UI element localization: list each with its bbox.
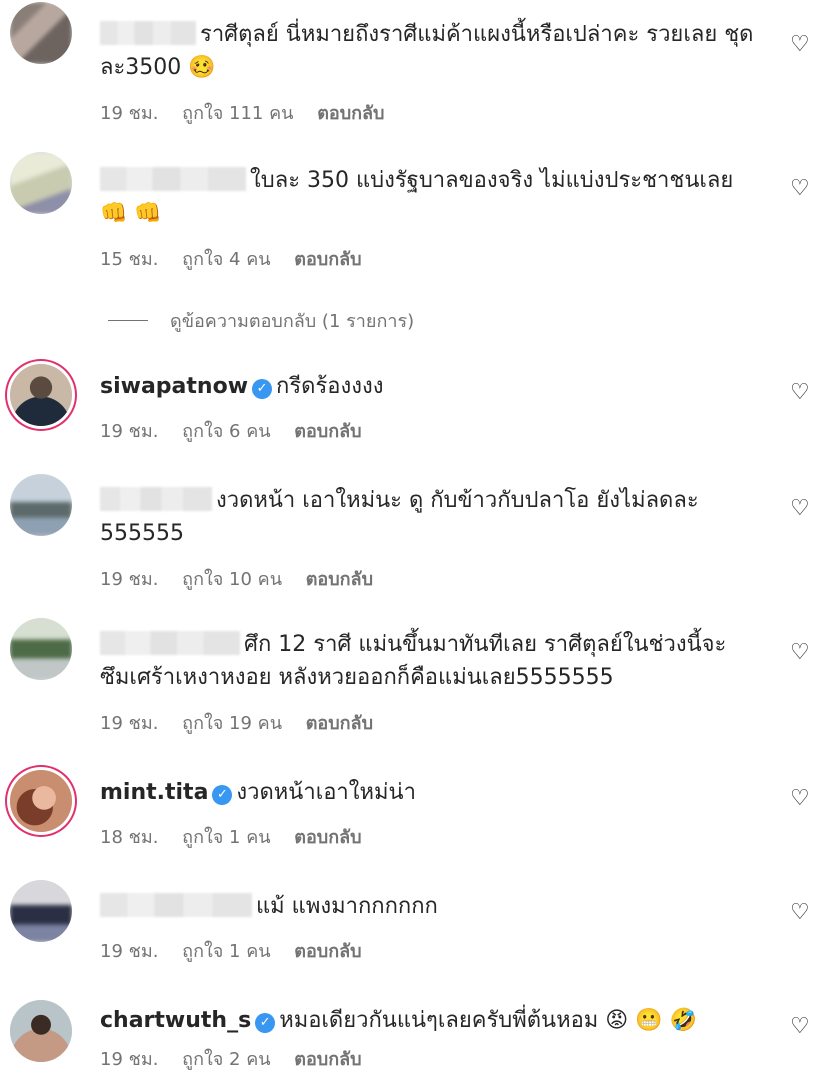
comment-text-cont: 555555	[100, 521, 184, 546]
like-count[interactable]: ถูกใจ 2 คน	[182, 1049, 270, 1070]
view-replies-button[interactable]: ดูข้อความตอบกลับ (1 รายการ)	[108, 306, 414, 335]
avatar[interactable]	[10, 1000, 72, 1062]
blurred-username[interactable]	[100, 893, 252, 917]
blurred-username[interactable]	[100, 631, 240, 655]
comment-time: 15 ชม.	[100, 249, 159, 270]
comment-time: 19 ชม.	[100, 941, 159, 962]
avatar[interactable]	[10, 474, 72, 536]
verified-badge-icon: ✓	[252, 379, 273, 399]
heart-outline-icon[interactable]: ♡	[790, 34, 812, 56]
like-count[interactable]: ถูกใจ 6 คน	[182, 421, 270, 442]
comment-time: 19 ชม.	[100, 569, 159, 590]
comment-text: ราศีตุลย์ นี่หมายถึงราศีแม่ค้าแผงนี้หรือ…	[200, 22, 754, 47]
like-count[interactable]: ถูกใจ 111 คน	[182, 103, 293, 124]
reply-button[interactable]: ตอบกลับ	[306, 713, 373, 734]
heart-outline-icon[interactable]: ♡	[790, 1016, 812, 1038]
like-count[interactable]: ถูกใจ 1 คน	[182, 827, 270, 848]
blurred-username[interactable]	[100, 21, 196, 45]
username[interactable]: siwapatnow	[100, 374, 248, 399]
comment-text: แม้ แพงมากกกกกก	[256, 894, 438, 919]
heart-outline-icon[interactable]: ♡	[790, 178, 812, 200]
reply-button[interactable]: ตอบกลับ	[294, 421, 361, 442]
reply-button[interactable]: ตอบกลับ	[294, 941, 361, 962]
like-count[interactable]: ถูกใจ 10 คน	[182, 569, 282, 590]
comment-text-cont: 👊 👊	[100, 201, 162, 226]
comment-text: งวดหน้าเอาใหม่น่า	[236, 780, 416, 805]
reply-button[interactable]: ตอบกลับ	[294, 1049, 361, 1070]
comment-text: กรีดร้องงงง	[276, 374, 384, 399]
reply-button[interactable]: ตอบกลับ	[294, 249, 361, 270]
verified-badge-icon: ✓	[212, 785, 233, 805]
heart-outline-icon[interactable]: ♡	[790, 642, 812, 664]
comment-text-cont: ละ3500 🥴	[100, 55, 216, 80]
username[interactable]: chartwuth_s	[100, 1008, 251, 1033]
heart-outline-icon[interactable]: ♡	[790, 382, 812, 404]
username[interactable]: mint.tita	[100, 780, 208, 805]
comment-time: 19 ชม.	[100, 421, 159, 442]
like-count[interactable]: ถูกใจ 4 คน	[182, 249, 270, 270]
verified-badge-icon: ✓	[255, 1013, 276, 1033]
heart-outline-icon[interactable]: ♡	[790, 498, 812, 520]
avatar[interactable]	[10, 2, 72, 64]
avatar[interactable]	[10, 770, 72, 832]
heart-outline-icon[interactable]: ♡	[790, 902, 812, 924]
comment-time: 19 ชม.	[100, 103, 159, 124]
comment-text: หมอเดียวกันแน่ๆเลยครับพี่ต้นหอม 😡 😬 🤣	[279, 1008, 697, 1033]
avatar[interactable]	[10, 364, 72, 426]
like-count[interactable]: ถูกใจ 19 คน	[182, 713, 282, 734]
reply-button[interactable]: ตอบกลับ	[294, 827, 361, 848]
like-count[interactable]: ถูกใจ 1 คน	[182, 941, 270, 962]
blurred-username[interactable]	[100, 487, 212, 511]
reply-button[interactable]: ตอบกลับ	[306, 569, 373, 590]
comment-text-cont: ซึมเศร้าเหงาหงอย หลังหวยออกก็คือแม่นเลย5…	[100, 665, 614, 690]
comment-time: 18 ชม.	[100, 827, 159, 848]
reply-button[interactable]: ตอบกลับ	[317, 103, 384, 124]
divider-line	[108, 320, 148, 321]
heart-outline-icon[interactable]: ♡	[790, 788, 812, 810]
blurred-username[interactable]	[100, 167, 246, 191]
comment-text: งวดหน้า เอาใหม่นะ ดู กับข้าวกับปลาโอ ยัง…	[216, 488, 699, 513]
view-replies-label: ดูข้อความตอบกลับ (1 รายการ)	[170, 311, 415, 332]
comment-text: ใบละ 350 แบ่งรัฐบาลของจริง ไม่แบ่งประชาช…	[250, 168, 734, 193]
comment-time: 19 ชม.	[100, 713, 159, 734]
comment-text: ศึก 12 ราศี แม่นขึ้นมาทันทีเลย ราศีตุลย์…	[244, 632, 727, 657]
avatar[interactable]	[10, 618, 72, 680]
avatar[interactable]	[10, 152, 72, 214]
avatar[interactable]	[10, 880, 72, 942]
comment-time: 19 ชม.	[100, 1049, 159, 1070]
